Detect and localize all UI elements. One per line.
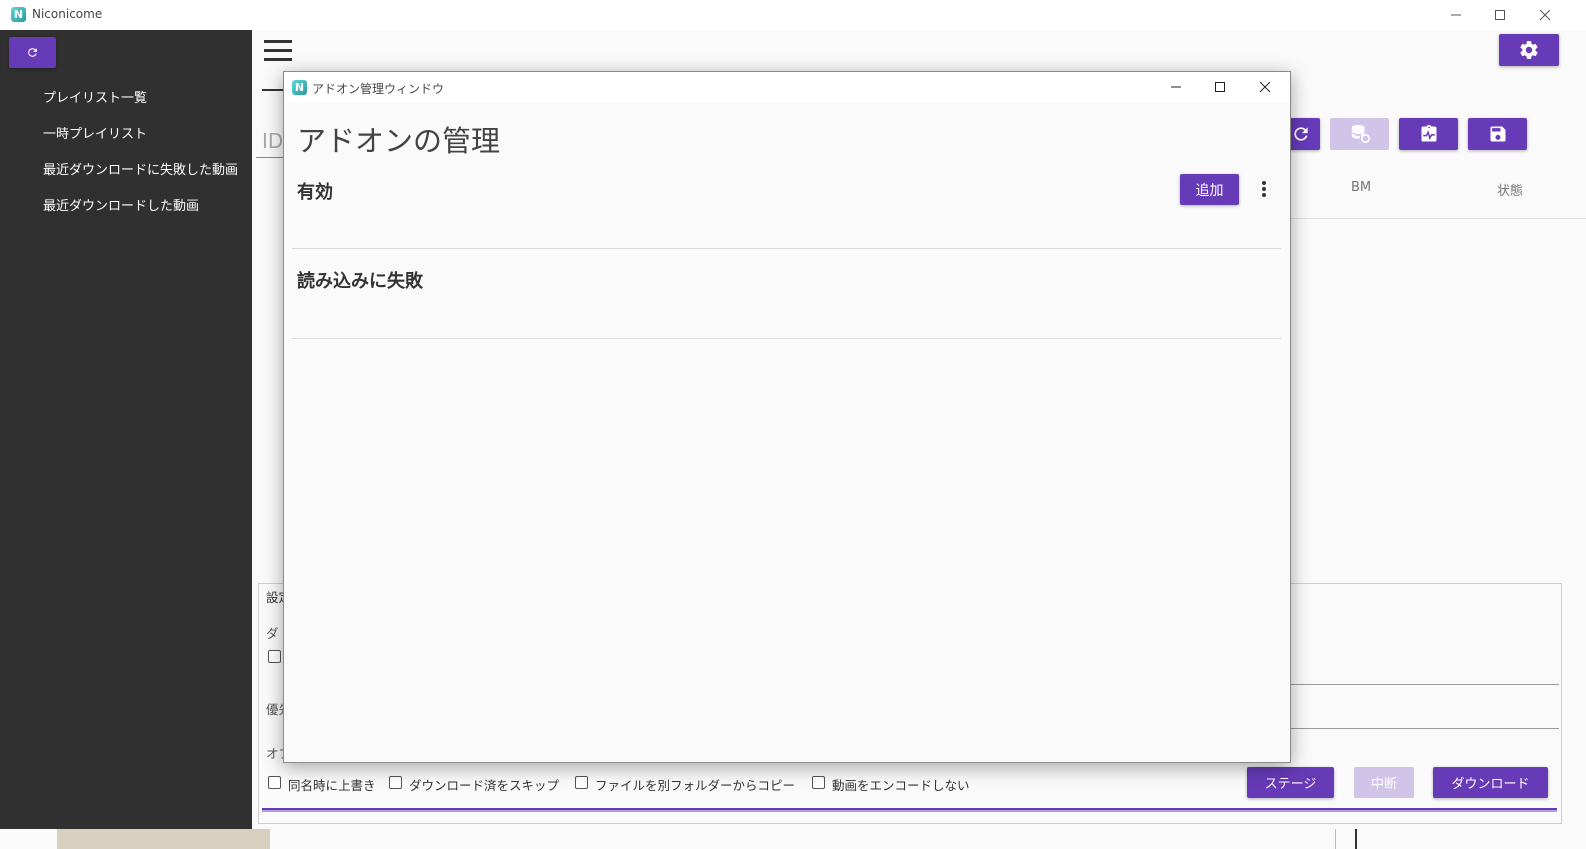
database-sync-button[interactable]	[1330, 118, 1389, 150]
minimize-icon	[1171, 86, 1181, 88]
sidebar-item-playlists[interactable]: プレイリスト一覧	[43, 87, 147, 106]
copy-from-folder-checkbox[interactable]	[575, 776, 588, 789]
clipboard-pulse-icon	[1421, 124, 1436, 142]
overwrite-checkbox[interactable]	[268, 776, 281, 789]
more-options-button[interactable]	[1254, 176, 1274, 202]
enabled-section-title: 有効	[297, 182, 333, 203]
column-header-status[interactable]: 状態	[1497, 180, 1523, 199]
gear-icon	[1520, 41, 1538, 59]
window-title: Niconicome	[32, 7, 103, 21]
copy-from-folder-label: ファイルを別フォルダーからコピー	[595, 778, 796, 793]
maximize-icon	[1215, 82, 1225, 92]
minimize-button[interactable]	[1434, 0, 1478, 30]
settings-label-download: ダ	[266, 626, 279, 641]
priority-field-underline	[1289, 728, 1559, 729]
no-encode-checkbox[interactable]	[812, 776, 825, 789]
settings-checkbox-partial[interactable]	[268, 650, 281, 663]
sidebar: プレイリスト一覧 一時プレイリスト 最近ダウンロードに失敗した動画 最近ダウンロ…	[0, 30, 252, 849]
search-underline	[256, 157, 284, 158]
close-icon	[1259, 81, 1271, 93]
addon-manager-dialog: N アドオン管理ウィンドウ アドオンの管理 有効 追加 読み込みに失敗	[283, 71, 1291, 763]
progress-bar	[262, 808, 1557, 810]
dialog-title: アドオン管理ウィンドウ	[312, 82, 445, 96]
enabled-section-divider	[292, 248, 1281, 249]
more-vertical-icon	[1262, 181, 1266, 197]
dialog-maximize-button[interactable]	[1198, 72, 1242, 102]
maximize-button[interactable]	[1478, 0, 1522, 30]
skip-downloaded-label: ダウンロード済をスキップ	[409, 778, 560, 793]
stage-button[interactable]: ステージ	[1247, 767, 1334, 798]
minimize-icon	[1451, 14, 1461, 16]
dialog-heading: アドオンの管理	[297, 124, 501, 158]
database-sync-icon	[1351, 124, 1370, 144]
abort-button[interactable]: 中断	[1354, 767, 1414, 798]
overwrite-label: 同名時に上書き	[288, 778, 376, 793]
strip-divider	[1335, 829, 1336, 849]
refresh-icon	[28, 48, 37, 57]
settings-button[interactable]	[1499, 34, 1559, 66]
clipboard-pulse-button[interactable]	[1399, 118, 1458, 150]
dialog-title-bar: N アドオン管理ウィンドウ	[284, 72, 1290, 102]
refresh-playlist-button[interactable]	[9, 37, 56, 68]
search-input[interactable]: ID	[262, 129, 283, 153]
failed-section-divider	[292, 338, 1281, 339]
header-divider	[1289, 218, 1586, 219]
failed-section-title: 読み込みに失敗	[297, 271, 423, 292]
title-bar: N Niconicome	[0, 0, 1586, 30]
download-button[interactable]: ダウンロード	[1433, 767, 1548, 798]
sidebar-item-failed-downloads[interactable]: 最近ダウンロードに失敗した動画	[43, 159, 238, 178]
skip-downloaded-checkbox[interactable]	[389, 776, 402, 789]
column-header-bm[interactable]: BM	[1351, 180, 1371, 195]
sidebar-item-temp-playlist[interactable]: 一時プレイリスト	[43, 123, 147, 142]
settings-field-underline	[1289, 684, 1559, 685]
close-icon	[1539, 9, 1551, 21]
dialog-minimize-button[interactable]	[1154, 72, 1198, 102]
menu-button[interactable]	[264, 40, 292, 67]
add-addon-button[interactable]: 追加	[1180, 174, 1239, 205]
refresh-icon	[1294, 127, 1308, 141]
no-encode-label: 動画をエンコードしない	[832, 778, 970, 793]
dialog-close-button[interactable]	[1243, 72, 1287, 102]
save-button[interactable]	[1468, 118, 1527, 150]
app-icon: N	[11, 7, 26, 22]
maximize-icon	[1495, 10, 1505, 20]
app-icon: N	[292, 80, 307, 95]
background-image-strip	[57, 829, 270, 849]
close-button[interactable]	[1523, 0, 1567, 30]
save-icon	[1490, 126, 1505, 142]
sidebar-item-recent-downloads[interactable]: 最近ダウンロードした動画	[43, 195, 199, 214]
tab-indicator	[262, 89, 284, 91]
strip-divider-dark	[1355, 829, 1357, 849]
